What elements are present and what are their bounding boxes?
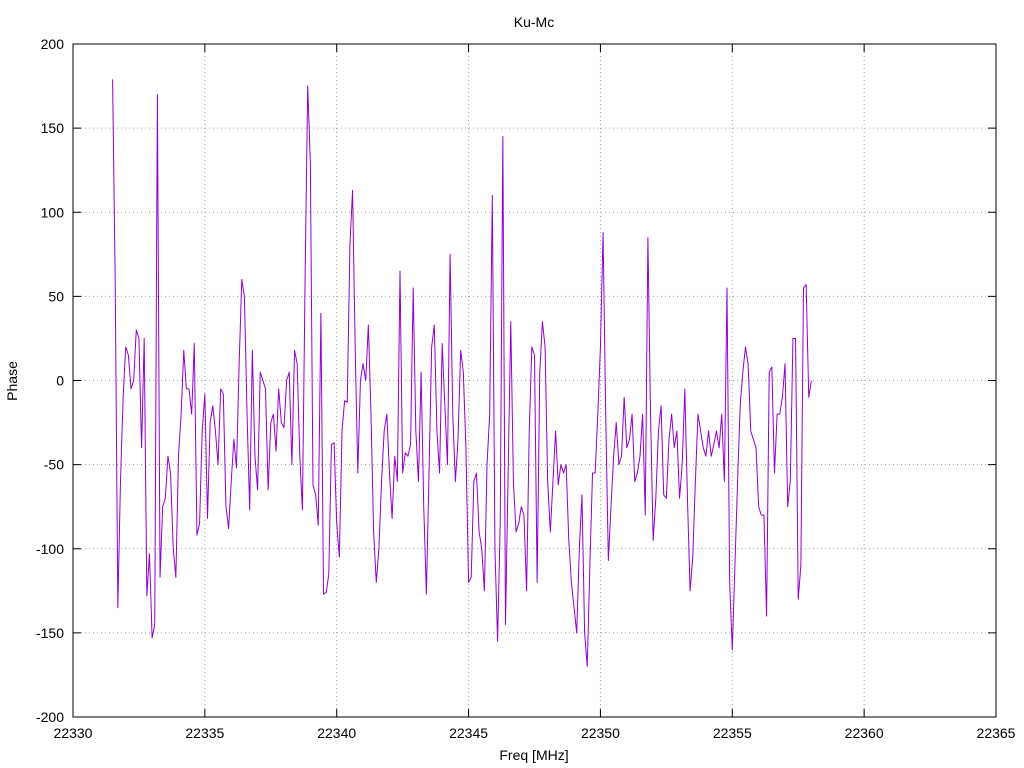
x-tick-label: 22345 [449, 725, 488, 741]
y-tick-label: -100 [36, 541, 64, 557]
y-tick-label: 200 [41, 36, 65, 52]
x-tick-label: 22350 [581, 725, 620, 741]
y-tick-label: 50 [48, 288, 64, 304]
x-tick-label: 22330 [54, 725, 93, 741]
x-tick-label: 22365 [977, 725, 1016, 741]
x-tick-label: 22355 [713, 725, 752, 741]
y-tick-label: 100 [41, 204, 65, 220]
axis-ticks: 22330 22335 22340 22345 22350 22355 22360 22365… [36, 36, 1016, 741]
line-chart: Ku-Mc 22330 22335 22340 22345 22350 22355 2236… [4, 14, 1016, 763]
x-axis-label: Freq [MHz] [499, 747, 568, 763]
series-layer [112, 79, 812, 668]
y-tick-label: -200 [36, 709, 64, 725]
y-axis-label: Phase [4, 361, 20, 401]
phase-series-line [112, 79, 812, 668]
y-tick-label: -50 [44, 457, 64, 473]
x-tick-label: 22360 [845, 725, 884, 741]
y-tick-label: -150 [36, 625, 64, 641]
x-tick-label: 22335 [185, 725, 224, 741]
x-tick-label: 22340 [317, 725, 356, 741]
chart-title: Ku-Mc [514, 14, 554, 30]
y-tick-label: 0 [56, 373, 64, 389]
y-tick-label: 150 [41, 120, 65, 136]
